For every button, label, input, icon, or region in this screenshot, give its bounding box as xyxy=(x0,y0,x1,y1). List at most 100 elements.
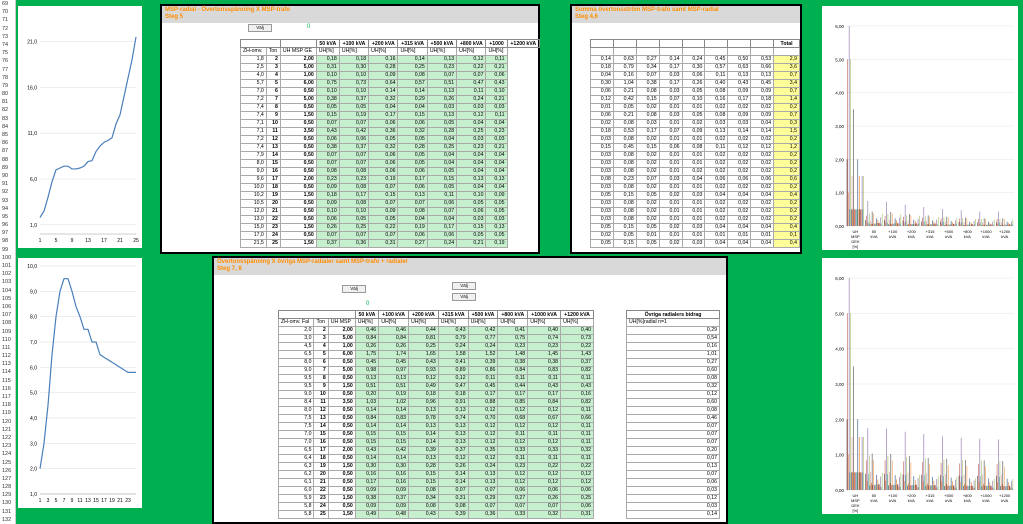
table-cell[interactable]: 0,49 xyxy=(354,510,380,519)
table-cell[interactable]: 0,06 xyxy=(497,486,529,495)
table-cell[interactable]: 0,27 xyxy=(397,239,428,248)
table-cell[interactable]: 0,4 xyxy=(773,238,800,248)
table-cell[interactable]: 0,06 xyxy=(315,135,340,144)
table-cell[interactable]: 0,02 xyxy=(727,198,752,208)
table-cell[interactable]: 0,09 xyxy=(750,86,775,96)
table-cell[interactable]: 1,50 xyxy=(279,111,317,120)
table-cell[interactable]: 0,50 xyxy=(327,414,356,423)
table-cell[interactable]: 0,07 xyxy=(368,183,399,192)
table-cell[interactable]: 7,0 xyxy=(277,430,315,439)
table-cell[interactable]: 0,12 xyxy=(437,454,469,463)
table-cell[interactable]: 0,39 xyxy=(467,358,499,367)
table-cell[interactable]: 0,01 xyxy=(658,214,683,224)
table-cell[interactable]: 0,26 xyxy=(426,95,458,104)
table-cell[interactable]: 0,03 xyxy=(681,238,706,248)
table-cell[interactable]: 2,00 xyxy=(279,175,317,184)
table-cell[interactable]: 0,04 xyxy=(456,119,487,128)
table-cell[interactable]: 0,25 xyxy=(338,223,370,232)
table-cell[interactable]: 0,29 xyxy=(626,326,720,335)
table-cell[interactable]: 0,44 xyxy=(497,382,529,391)
table-cell[interactable]: 0,02 xyxy=(704,102,729,112)
table-cell[interactable]: 0,02 xyxy=(727,102,752,112)
table-cell[interactable]: 0,02 xyxy=(727,158,752,168)
table-cell[interactable]: 1,50 xyxy=(279,223,317,232)
table-cell[interactable]: 0,26 xyxy=(378,342,409,351)
table-cell[interactable]: 6,4 xyxy=(277,454,315,463)
table-cell[interactable]: 0,02 xyxy=(704,134,729,144)
table-cell[interactable]: 0,28 xyxy=(408,462,439,471)
table-cell[interactable]: 1,2 xyxy=(773,142,800,152)
table-cell[interactable]: 0,7 xyxy=(773,86,800,96)
table-cell[interactable]: 0,02 xyxy=(750,134,775,144)
table-cell[interactable]: 0,04 xyxy=(426,215,458,224)
table-cell[interactable]: 0,51 xyxy=(378,382,409,391)
table-cell[interactable]: 0,11 xyxy=(497,430,529,439)
table-cell[interactable]: 8 xyxy=(313,374,329,383)
table-cell[interactable]: 0,45 xyxy=(704,54,729,64)
table-cell[interactable]: 0,13 xyxy=(467,478,499,487)
table-cell[interactable]: 0,03 xyxy=(658,110,683,120)
table-cell[interactable]: 0,49 xyxy=(408,382,439,391)
table-cell[interactable]: 0,46 xyxy=(354,326,380,335)
table-cell[interactable]: 12,0 xyxy=(240,207,267,216)
table-cell[interactable]: 0,70 xyxy=(467,414,499,423)
table-cell[interactable]: 0,01 xyxy=(658,182,683,192)
table-cell[interactable]: 0,14 xyxy=(397,55,428,64)
table-cell[interactable]: 0,17 xyxy=(635,126,660,136)
table-cell[interactable]: 0,50 xyxy=(279,231,317,240)
table-cell[interactable]: 0,32 xyxy=(560,446,594,455)
table-cell[interactable]: 0,33 xyxy=(497,446,529,455)
table-cell[interactable]: 7,4 xyxy=(240,143,267,152)
table-cell[interactable]: 0,03 xyxy=(485,135,508,144)
table-cell[interactable]: 4,0 xyxy=(240,71,267,80)
table-cell[interactable]: 0,06 xyxy=(727,174,752,184)
table-cell[interactable]: 0,13 xyxy=(626,462,720,471)
table-cell[interactable]: 0,09 xyxy=(727,110,752,120)
table-cell[interactable]: 1,50 xyxy=(327,510,356,519)
table-cell[interactable]: 0,08 xyxy=(408,502,439,511)
table-cell[interactable]: 0,09 xyxy=(378,486,409,495)
table-cell[interactable]: 0,2 xyxy=(773,134,800,144)
table-cell[interactable]: 0,10 xyxy=(456,191,487,200)
table-cell[interactable]: 0,23 xyxy=(527,342,562,351)
table-cell[interactable]: 0,01 xyxy=(727,230,752,240)
table-cell[interactable]: 0,19 xyxy=(368,175,399,184)
table-cell[interactable]: 0,60 xyxy=(626,398,720,407)
table-cell[interactable]: 0,08 xyxy=(612,166,637,176)
table-cell[interactable]: 16 xyxy=(313,438,329,447)
table-cell[interactable]: 0,12 xyxy=(727,142,752,152)
table-cell[interactable]: 22 xyxy=(265,215,281,224)
table-cell[interactable]: 0,11 xyxy=(560,422,594,431)
table-cell[interactable]: 0,15 xyxy=(378,430,409,439)
table-cell[interactable]: 0,07 xyxy=(368,231,399,240)
table-cell[interactable]: 0,22 xyxy=(527,462,562,471)
table-cell[interactable]: 0,15 xyxy=(612,222,637,232)
table-cell[interactable]: 0,36 xyxy=(467,510,499,519)
table-cell[interactable]: 0,03 xyxy=(590,214,614,224)
table-cell[interactable]: 0,14 xyxy=(397,87,428,96)
table-cell[interactable]: 0,03 xyxy=(658,174,683,184)
table-cell[interactable]: 0,30 xyxy=(590,78,614,88)
table-cell[interactable]: 0,11 xyxy=(485,55,508,64)
table-cell[interactable]: 0,37 xyxy=(378,494,409,503)
table-cell[interactable]: 0,43 xyxy=(560,382,594,391)
table-cell[interactable]: 6,00 xyxy=(327,350,356,359)
table-cell[interactable]: 0,01 xyxy=(658,134,683,144)
table-cell[interactable]: 9,0 xyxy=(240,167,267,176)
table-cell[interactable]: 0,02 xyxy=(727,206,752,216)
table-cell[interactable]: 0,93 xyxy=(408,366,439,375)
table-cell[interactable]: 0,02 xyxy=(704,158,729,168)
table-cell[interactable]: 0,23 xyxy=(338,175,370,184)
table-cell[interactable]: 0,50 xyxy=(279,207,317,216)
table-cell[interactable]: 0,40 xyxy=(704,78,729,88)
select-button-3[interactable]: Välj xyxy=(452,293,476,301)
table-cell[interactable]: 0,24 xyxy=(456,95,487,104)
table-cell[interactable]: 0,05 xyxy=(635,238,660,248)
table-cell[interactable]: 0,04 xyxy=(590,70,614,80)
table-cell[interactable]: 0,34 xyxy=(408,494,439,503)
table-cell[interactable]: 0,13 xyxy=(467,470,499,479)
table-cell[interactable]: 0,42 xyxy=(378,446,409,455)
table-cell[interactable]: 0,36 xyxy=(338,239,370,248)
table-cell[interactable]: 0,37 xyxy=(338,143,370,152)
table-cell[interactable]: 0,23 xyxy=(456,143,487,152)
